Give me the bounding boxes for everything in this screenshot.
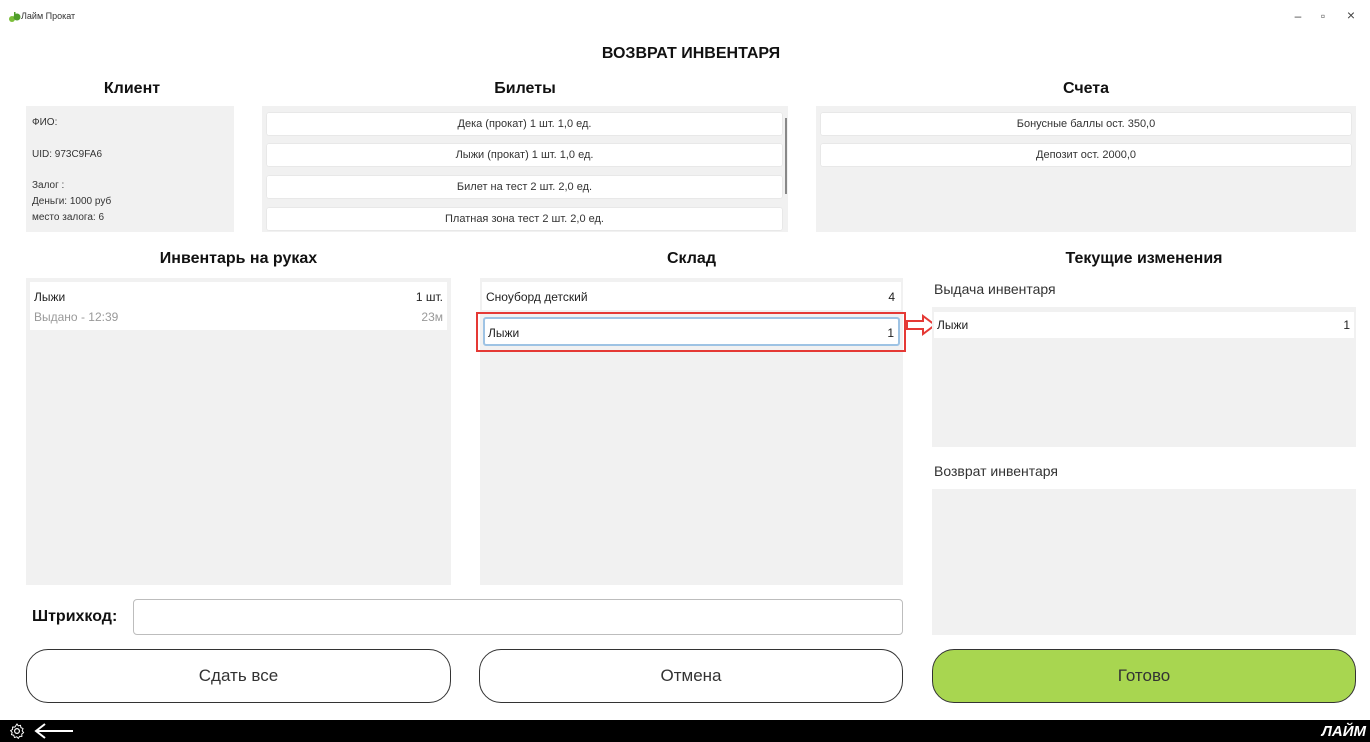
tickets-panel[interactable]: Дека (прокат) 1 шт. 1,0 ед. Лыжи (прокат… (262, 106, 788, 232)
barcode-label: Штрихкод: (32, 608, 118, 625)
on-hand-heading: Инвентарь на руках (159, 250, 318, 267)
cancel-button[interactable]: Отмена (479, 649, 903, 703)
warehouse-item-name: Сноуборд детский (486, 290, 588, 304)
accounts-panel: Бонусные баллы ост. 350,0 Депозит ост. 2… (816, 106, 1356, 232)
account-item[interactable]: Бонусные баллы ост. 350,0 (820, 112, 1352, 136)
done-button[interactable]: Готово (932, 649, 1356, 703)
warehouse-item-name: Лыжи (488, 326, 520, 340)
client-fio: ФИО: (32, 117, 58, 128)
restore-button[interactable]: ▫ (1316, 9, 1330, 23)
tickets-heading: Билеты (494, 80, 556, 97)
on-hand-panel: Лыжи 1 шт. Выдано - 12:39 23м (26, 278, 451, 585)
on-hand-item[interactable]: Лыжи 1 шт. Выдано - 12:39 23м (30, 282, 447, 330)
issue-panel: Лыжи 1 (932, 307, 1356, 447)
close-button[interactable]: × (1344, 7, 1358, 23)
warehouse-item[interactable]: Сноуборд детский 4 (482, 282, 901, 310)
warehouse-item-selected[interactable]: Лыжи 1 (483, 317, 900, 346)
account-item[interactable]: Депозит ост. 2000,0 (820, 143, 1352, 167)
client-uid: UID: 973C9FA6 (32, 149, 103, 160)
on-hand-item-duration: 23м (421, 310, 443, 324)
brand-logo: ЛАЙМ (1321, 723, 1366, 740)
warehouse-item-qty: 4 (888, 290, 895, 304)
client-money: Деньги: 1000 руб (32, 196, 112, 207)
changes-heading: Текущие изменения (1065, 250, 1223, 267)
client-panel: ФИО: UID: 973C9FA6 Залог : Деньги: 1000 … (26, 106, 234, 232)
ticket-item[interactable]: Лыжи (прокат) 1 шт. 1,0 ед. (266, 143, 783, 167)
barcode-input[interactable] (133, 599, 903, 635)
issue-item-name: Лыжи (937, 318, 969, 332)
ticket-item[interactable]: Дека (прокат) 1 шт. 1,0 ед. (266, 112, 783, 136)
ticket-item[interactable]: Билет на тест 2 шт. 2,0 ед. (266, 175, 783, 199)
warehouse-heading: Склад (667, 250, 716, 267)
return-label: Возврат инвентаря (934, 463, 1058, 479)
accounts-heading: Счета (1062, 80, 1110, 97)
return-panel (932, 489, 1356, 635)
app-title: Лайм Прокат (21, 11, 76, 21)
client-heading: Клиент (103, 80, 161, 97)
client-deposit-place: место залога: 6 (32, 212, 105, 223)
bottom-bar (0, 720, 1370, 742)
issue-item[interactable]: Лыжи 1 (934, 312, 1354, 338)
tickets-scrollbar[interactable] (785, 118, 787, 194)
client-deposit-label: Залог : (32, 180, 65, 191)
title-bar (0, 0, 1370, 34)
return-all-button[interactable]: Сдать все (26, 649, 451, 703)
issue-label: Выдача инвентаря (934, 281, 1056, 297)
gear-icon[interactable] (8, 722, 26, 740)
warehouse-panel: Сноуборд детский 4 Лыжи 1 (480, 278, 903, 585)
on-hand-item-name: Лыжи (34, 290, 66, 304)
minimize-button[interactable]: – (1291, 9, 1305, 23)
on-hand-item-qty: 1 шт. (415, 290, 443, 304)
on-hand-item-status: Выдано - 12:39 (34, 310, 119, 324)
page-title: ВОЗВРАТ ИНВЕНТАРЯ (601, 45, 781, 62)
back-arrow-icon[interactable] (33, 722, 75, 740)
app-logo-icon (9, 12, 21, 22)
warehouse-item-qty: 1 (887, 326, 894, 340)
ticket-item[interactable]: Платная зона тест 2 шт. 2,0 ед. (266, 207, 783, 231)
issue-item-qty: 1 (1343, 318, 1350, 332)
